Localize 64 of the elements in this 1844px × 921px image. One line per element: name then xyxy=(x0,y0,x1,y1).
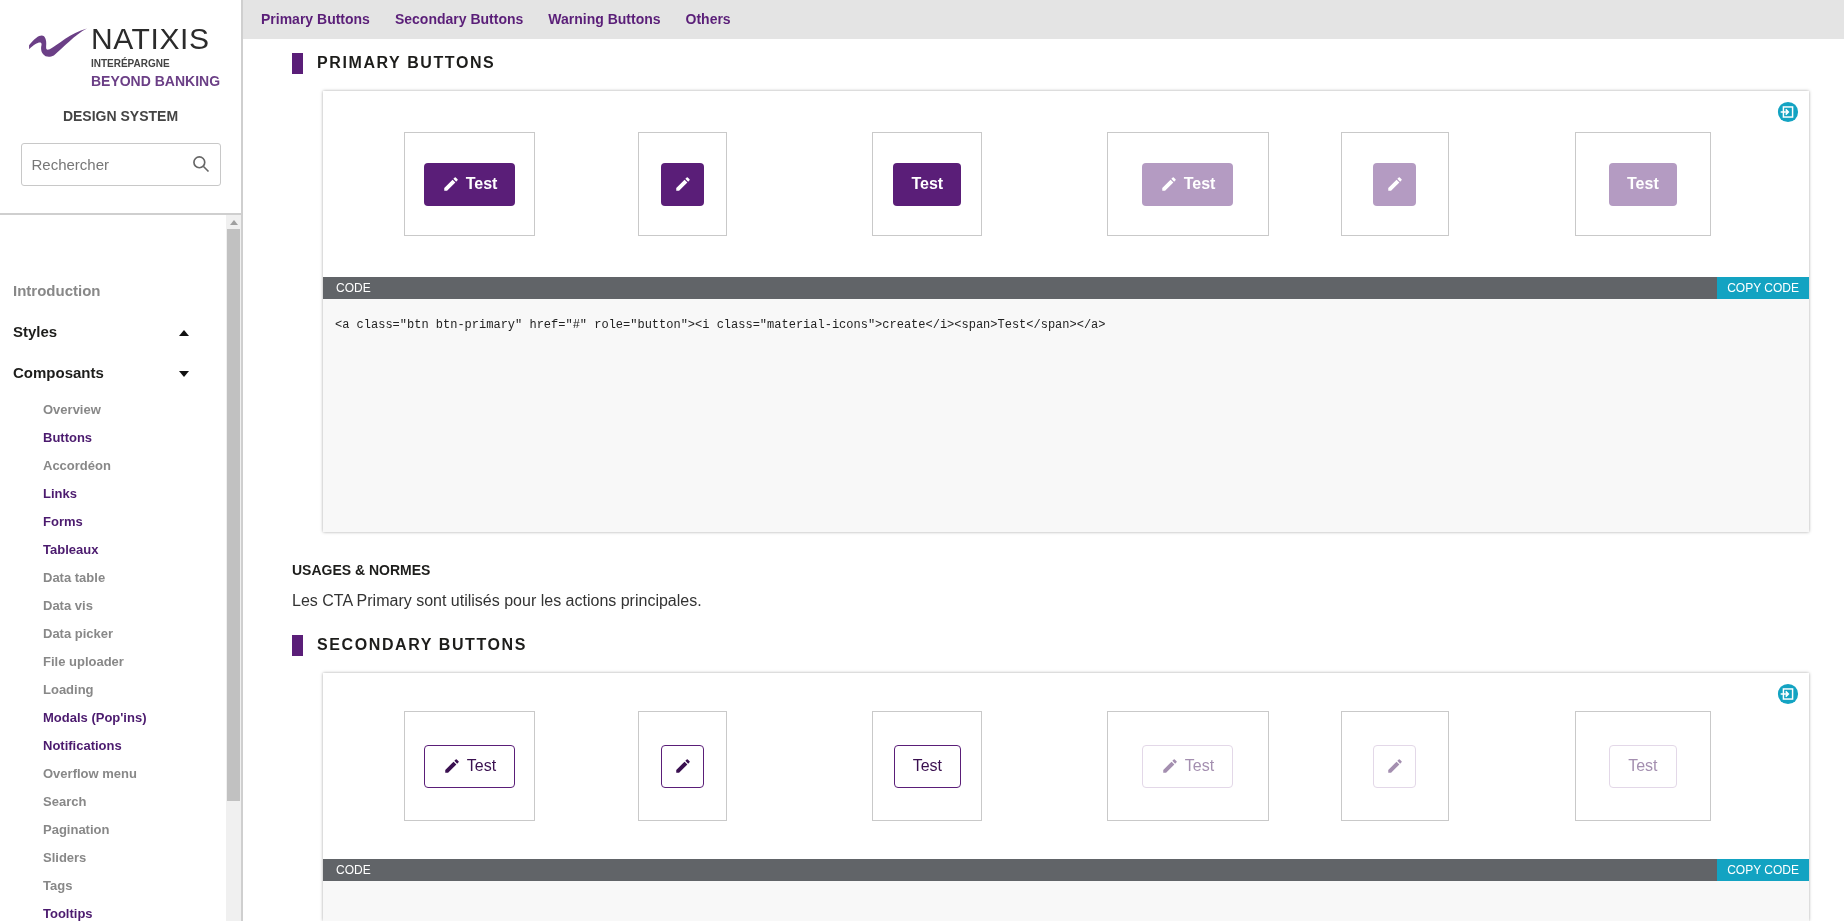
nav-subitem[interactable]: Links xyxy=(0,480,226,508)
nav-subitem[interactable]: Accordéon xyxy=(0,452,226,480)
nav-subitem[interactable]: Data vis xyxy=(0,592,226,620)
expand-icon[interactable] xyxy=(1777,101,1799,123)
nav-link[interactable]: Introduction xyxy=(0,271,226,312)
top-nav-link[interactable]: Primary Buttons xyxy=(261,9,370,30)
nav-subitem[interactable]: Tooltips xyxy=(0,900,226,921)
top-nav-link[interactable]: Warning Buttons xyxy=(548,9,661,30)
nav-subitem[interactable]: Notifications xyxy=(0,732,226,760)
logo-tagline: BEYOND BANKING xyxy=(90,72,221,91)
nav-subitem[interactable]: Modals (Pop'ins) xyxy=(0,704,226,732)
nav-subitem[interactable]: Data picker xyxy=(0,620,226,648)
logo[interactable]: NATIXIS INTERÉPARGNE BEYOND BANKING xyxy=(26,24,221,92)
design-system-title: DESIGN SYSTEM xyxy=(62,107,179,126)
section-title: PRIMARY BUTTONS xyxy=(317,53,496,73)
copy-code-button[interactable]: COPY CODE xyxy=(1717,859,1809,881)
section-marker xyxy=(292,52,303,74)
edit-button[interactable] xyxy=(661,744,705,788)
expand-icon[interactable] xyxy=(1777,683,1799,705)
nav-group[interactable]: Composants xyxy=(0,353,226,394)
nav-subitem[interactable]: File uploader xyxy=(0,648,226,676)
test-button[interactable]: Test xyxy=(423,744,516,788)
code-snippet: <a class="btn btn-primary" href="#" role="button"><i class="material-icons">create</i><span>Test</span></a> xyxy=(335,318,1106,332)
nav-subitem[interactable]: Loading xyxy=(0,676,226,704)
pencil-icon xyxy=(441,175,460,193)
pencil-icon xyxy=(673,175,692,193)
scrollbar-thumb[interactable] xyxy=(227,229,240,801)
nav-subitem[interactable]: Forms xyxy=(0,508,226,536)
logo-subtitle: INTERÉPARGNE xyxy=(90,56,170,71)
section-title: SECONDARY BUTTONS xyxy=(317,635,528,655)
nav-subitem[interactable]: Overflow menu xyxy=(0,760,226,788)
logo-name: NATIXIS xyxy=(90,24,210,54)
nav-subitem[interactable]: Search xyxy=(0,788,226,816)
nav-subitem[interactable]: Tags xyxy=(0,872,226,900)
nav-subitem[interactable]: Pagination xyxy=(0,816,226,844)
usage-text: Les CTA Primary sont utilisés pour les actions principales. xyxy=(292,591,703,611)
section-marker xyxy=(292,634,303,656)
usage-title: USAGES & NORMES xyxy=(292,561,432,580)
test-button[interactable]: Test xyxy=(893,744,961,788)
pencil-icon xyxy=(673,757,692,775)
search-field[interactable]: Rechercher xyxy=(20,143,221,186)
pencil-icon xyxy=(442,757,461,775)
nav-group[interactable]: Styles xyxy=(0,312,226,353)
pencil-icon xyxy=(1385,757,1404,775)
pencil-icon xyxy=(1159,175,1178,193)
code-label: CODE xyxy=(335,862,371,879)
scroll-up-icon[interactable] xyxy=(229,220,238,225)
search-icon[interactable] xyxy=(190,154,211,174)
top-nav-link[interactable]: Secondary Buttons xyxy=(394,9,524,30)
top-nav-link[interactable]: Others xyxy=(685,9,731,30)
nav-subitem[interactable]: Sliders xyxy=(0,844,226,872)
nav-subitem[interactable]: Buttons xyxy=(0,424,226,452)
test-button[interactable]: Test xyxy=(893,162,962,206)
nav-subitem[interactable]: Tableaux xyxy=(0,536,226,564)
caret-up-icon xyxy=(179,329,189,336)
caret-down-icon xyxy=(179,370,189,377)
copy-code-button[interactable]: COPY CODE xyxy=(1717,277,1809,299)
code-label: CODE xyxy=(335,280,371,297)
nav-subitem[interactable]: Overview xyxy=(0,396,226,424)
edit-button[interactable] xyxy=(661,162,705,206)
test-button[interactable]: Test xyxy=(423,162,516,206)
nav-subitem[interactable]: Data table xyxy=(0,564,226,592)
pencil-icon xyxy=(1385,175,1404,193)
pencil-icon xyxy=(1160,757,1179,775)
